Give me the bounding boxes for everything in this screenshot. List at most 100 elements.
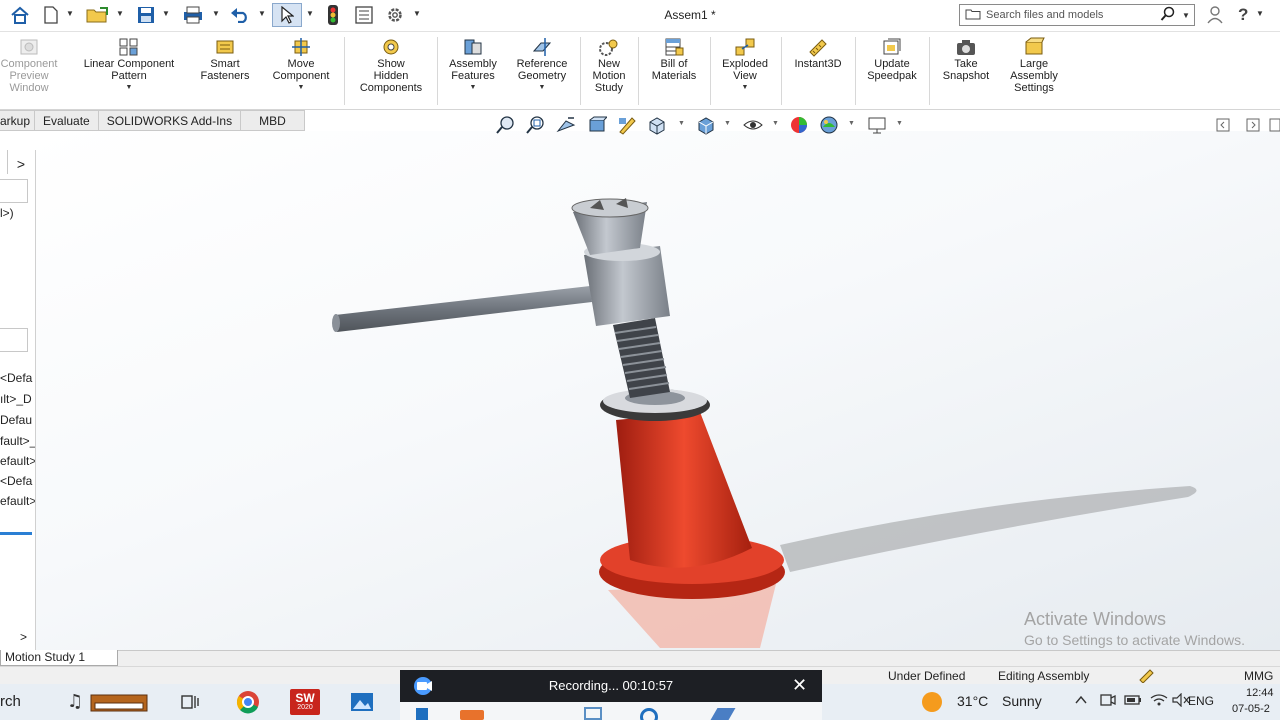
separator	[929, 37, 930, 105]
linear-component-pattern-button[interactable]: Linear Component Pattern ▼	[70, 36, 188, 91]
separator	[580, 37, 581, 105]
component-preview-button[interactable]: Component Preview Window	[0, 36, 66, 94]
status-under-defined: Under Defined	[888, 669, 966, 683]
edit-appearance-icon[interactable]	[788, 115, 810, 135]
draw-icon[interactable]	[584, 707, 602, 720]
taskbar-search[interactable]: rch	[0, 693, 21, 710]
close-icon[interactable]: ✕	[792, 675, 807, 696]
smart-fasteners-button[interactable]: Smart Fasteners	[194, 36, 256, 82]
display-style-icon[interactable]	[695, 115, 717, 135]
wifi-icon[interactable]	[1150, 693, 1168, 710]
photos-icon[interactable]	[348, 689, 376, 715]
hide-show-items-icon[interactable]	[742, 115, 764, 135]
tree-item[interactable]: <Defa	[0, 474, 32, 488]
webcam-icon[interactable]	[640, 708, 658, 720]
search-scope-icon[interactable]	[960, 8, 986, 23]
tab-evaluate[interactable]: Evaluate	[35, 110, 99, 131]
show-hidden-components-button[interactable]: Show Hidden Components	[348, 36, 434, 94]
command-tabs: arkup Evaluate SOLIDWORKS Add-Ins MBD	[0, 110, 305, 131]
new-motion-study-button[interactable]: New Motion Study	[584, 36, 634, 94]
separator	[781, 37, 782, 105]
move-component-button[interactable]: Move Component ▼	[262, 36, 340, 91]
reference-geometry-button[interactable]: Reference Geometry ▼	[508, 36, 576, 91]
tree-item[interactable]: fault>_	[0, 434, 35, 448]
tree-item[interactable]: efault>	[0, 494, 35, 508]
chevron-up-icon[interactable]	[1074, 693, 1088, 709]
panel-filter-field[interactable]	[0, 179, 28, 203]
assembly-model[interactable]	[36, 131, 1280, 650]
stop-icon[interactable]	[460, 710, 484, 720]
display-style-dropdown-caret[interactable]: ▼	[724, 120, 731, 127]
features-dropdown-caret[interactable]: ▼	[470, 84, 477, 91]
expand-panel-icon[interactable]	[1244, 115, 1262, 135]
move-component-icon	[290, 36, 312, 58]
separator	[344, 37, 345, 105]
help-button[interactable]: ?	[1238, 5, 1248, 25]
graphics-viewport[interactable]: Activate Windows Go to Settings to activ…	[36, 131, 1280, 650]
tab-markup[interactable]: arkup	[0, 110, 36, 131]
chrome-icon[interactable]	[234, 689, 262, 715]
apply-scene-icon[interactable]	[818, 115, 840, 135]
bill-of-materials-button[interactable]: Bill of Materials	[642, 36, 706, 82]
pattern-dropdown-caret[interactable]: ▼	[126, 84, 133, 91]
panel-expand-arrow[interactable]: >	[17, 156, 25, 172]
user-icon[interactable]	[1207, 6, 1223, 28]
weather-temp[interactable]: 31°C	[957, 693, 988, 709]
search-icon[interactable]	[1160, 6, 1182, 25]
scene-dropdown-caret[interactable]: ▼	[848, 120, 855, 127]
clock-date: 07-05-2	[1232, 703, 1270, 715]
language-indicator[interactable]: ENG	[1188, 694, 1214, 708]
section-view-icon[interactable]	[586, 115, 608, 135]
tree-item[interactable]: <Defa	[0, 371, 32, 385]
tree-item[interactable]: Defau	[0, 413, 32, 427]
recording-header: Recording... 00:10:57 ✕	[400, 670, 822, 702]
search-box[interactable]: Search files and models ▼	[959, 4, 1195, 26]
view-settings-dropdown-caret[interactable]: ▼	[896, 120, 903, 127]
battery-icon[interactable]	[1124, 693, 1142, 709]
zoom-to-fit-icon[interactable]	[495, 115, 517, 135]
preview-window-icon	[18, 36, 40, 58]
panel-tab[interactable]	[0, 150, 8, 174]
restore-panel-icon[interactable]	[1214, 115, 1232, 135]
instant3d-button[interactable]: Instant3D	[784, 36, 852, 70]
solidworks-taskbar-icon[interactable]: SW 2020	[290, 689, 320, 715]
panel-scroll-arrow[interactable]: >	[20, 630, 27, 644]
assembly-features-button[interactable]: Assembly Features ▼	[440, 36, 506, 91]
help-dropdown-caret[interactable]: ▼	[1256, 9, 1264, 18]
view-orientation-dropdown-caret[interactable]: ▼	[678, 120, 685, 127]
dynamic-annotation-icon[interactable]	[616, 115, 638, 135]
reference-dropdown-caret[interactable]: ▼	[539, 84, 546, 91]
view-orientation-icon[interactable]	[646, 115, 668, 135]
solidworks-window: ▼ ▼ ▼ ▼ ▼ ▼ ▼ Assem1 * Search files and …	[0, 0, 1280, 720]
tree-item[interactable]: efault>	[0, 454, 35, 468]
task-pane-icon[interactable]	[1268, 115, 1280, 135]
hide-show-dropdown-caret[interactable]: ▼	[772, 120, 779, 127]
tab-mbd[interactable]: MBD	[241, 110, 305, 131]
meet-now-icon[interactable]	[1100, 693, 1116, 710]
take-snapshot-button[interactable]: Take Snapshot	[932, 36, 1000, 82]
exploded-view-icon	[734, 36, 756, 58]
tab-motion-study-1[interactable]: Motion Study 1	[0, 650, 118, 666]
previous-view-icon[interactable]	[555, 115, 577, 135]
status-units[interactable]: MMG	[1244, 669, 1273, 683]
tab-solidworks-add-ins[interactable]: SOLIDWORKS Add-Ins	[98, 110, 242, 131]
zoom-to-area-icon[interactable]	[525, 115, 547, 135]
task-view-icon[interactable]	[176, 689, 204, 715]
rollback-bar[interactable]	[0, 532, 32, 535]
show-hidden-icon	[380, 36, 402, 58]
move-dropdown-caret[interactable]: ▼	[298, 84, 305, 91]
clock[interactable]: 12:44 07-05-2	[1232, 685, 1274, 717]
large-assembly-settings-button[interactable]: Large Assembly Settings	[1004, 36, 1064, 94]
view-settings-icon[interactable]	[866, 115, 888, 135]
search-input[interactable]: Search files and models	[986, 9, 1160, 21]
weather-desc[interactable]: Sunny	[1002, 693, 1042, 709]
pen-icon[interactable]	[710, 708, 736, 720]
exploded-dropdown-caret[interactable]: ▼	[742, 84, 749, 91]
tree-item[interactable]: ılt>_D	[0, 392, 32, 406]
search-dropdown-caret[interactable]: ▼	[1182, 11, 1194, 20]
motion-study-icon	[598, 36, 620, 58]
music-piano-icon[interactable]: ♫	[66, 689, 152, 715]
update-speedpak-button[interactable]: Update Speedpak	[858, 36, 926, 82]
exploded-view-button[interactable]: Exploded View ▼	[712, 36, 778, 91]
pause-icon[interactable]	[416, 708, 428, 720]
